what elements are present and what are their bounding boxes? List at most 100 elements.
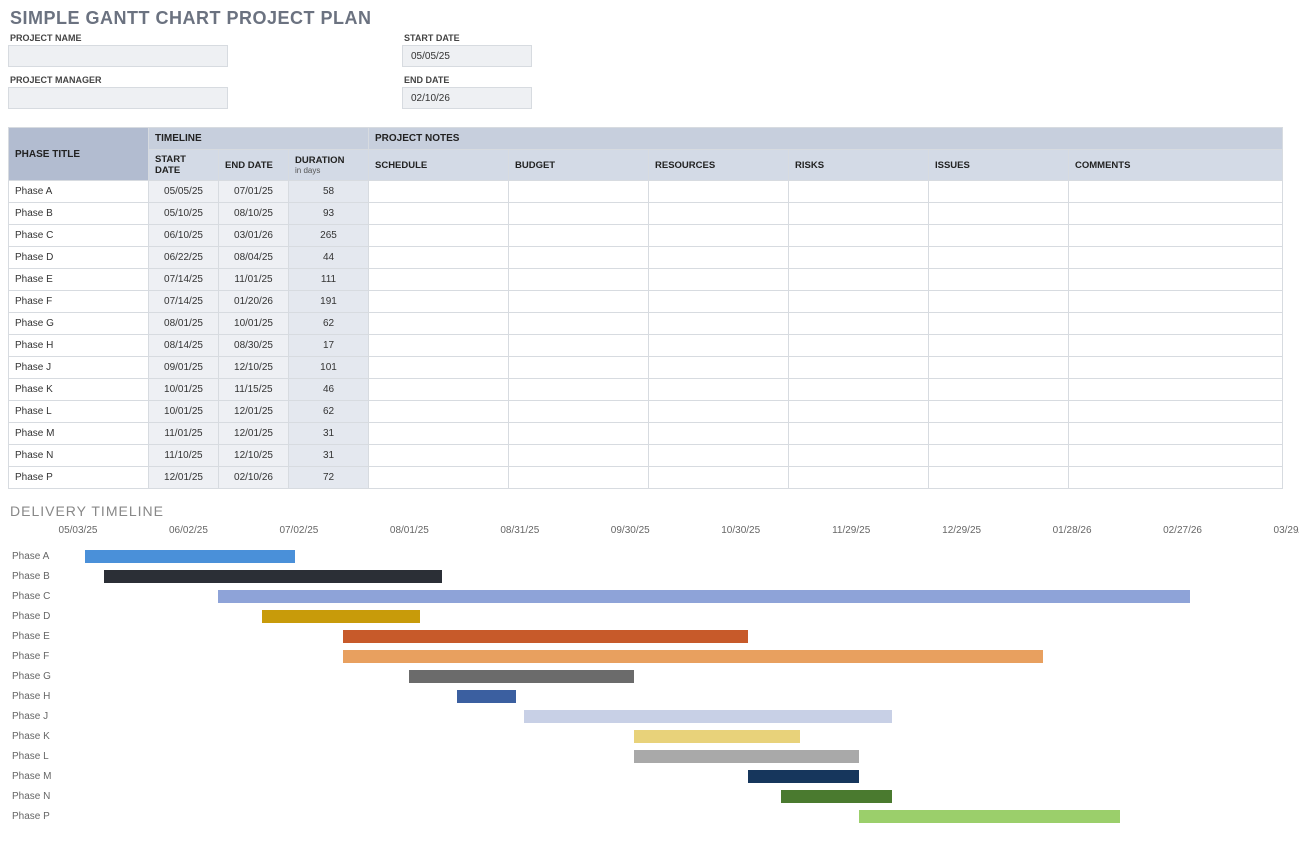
gantt-bar[interactable] xyxy=(104,570,443,583)
phase-start-cell[interactable]: 05/05/25 xyxy=(149,181,219,203)
budget-cell[interactable] xyxy=(509,291,649,313)
comments-cell[interactable] xyxy=(1069,401,1283,423)
phase-duration-cell[interactable]: 44 xyxy=(289,247,369,269)
schedule-cell[interactable] xyxy=(369,401,509,423)
schedule-cell[interactable] xyxy=(369,291,509,313)
phase-name-cell[interactable]: Phase M xyxy=(9,423,149,445)
phase-start-cell[interactable]: 10/01/25 xyxy=(149,379,219,401)
issues-cell[interactable] xyxy=(929,335,1069,357)
schedule-cell[interactable] xyxy=(369,313,509,335)
gantt-bar[interactable] xyxy=(634,730,800,743)
gantt-bar[interactable] xyxy=(218,590,1190,603)
phase-start-cell[interactable]: 11/10/25 xyxy=(149,445,219,467)
table-row[interactable]: Phase N11/10/2512/10/2531 xyxy=(9,445,1283,467)
phase-duration-cell[interactable]: 58 xyxy=(289,181,369,203)
phase-start-cell[interactable]: 07/14/25 xyxy=(149,269,219,291)
table-row[interactable]: Phase J09/01/2512/10/25101 xyxy=(9,357,1283,379)
resources-cell[interactable] xyxy=(649,445,789,467)
phase-end-cell[interactable]: 08/04/25 xyxy=(219,247,289,269)
phase-end-cell[interactable]: 12/10/25 xyxy=(219,357,289,379)
comments-cell[interactable] xyxy=(1069,379,1283,401)
resources-cell[interactable] xyxy=(649,379,789,401)
comments-cell[interactable] xyxy=(1069,247,1283,269)
phase-duration-cell[interactable]: 62 xyxy=(289,401,369,423)
resources-cell[interactable] xyxy=(649,247,789,269)
phase-duration-cell[interactable]: 46 xyxy=(289,379,369,401)
risks-cell[interactable] xyxy=(789,335,929,357)
budget-cell[interactable] xyxy=(509,467,649,489)
budget-cell[interactable] xyxy=(509,335,649,357)
budget-cell[interactable] xyxy=(509,181,649,203)
phase-start-cell[interactable]: 09/01/25 xyxy=(149,357,219,379)
phase-name-cell[interactable]: Phase G xyxy=(9,313,149,335)
resources-cell[interactable] xyxy=(649,423,789,445)
issues-cell[interactable] xyxy=(929,181,1069,203)
gantt-bar[interactable] xyxy=(634,750,859,763)
resources-cell[interactable] xyxy=(649,401,789,423)
phase-start-cell[interactable]: 05/10/25 xyxy=(149,203,219,225)
budget-cell[interactable] xyxy=(509,445,649,467)
resources-cell[interactable] xyxy=(649,357,789,379)
schedule-cell[interactable] xyxy=(369,181,509,203)
phase-start-cell[interactable]: 07/14/25 xyxy=(149,291,219,313)
phase-name-cell[interactable]: Phase J xyxy=(9,357,149,379)
resources-cell[interactable] xyxy=(649,313,789,335)
budget-cell[interactable] xyxy=(509,313,649,335)
resources-cell[interactable] xyxy=(649,269,789,291)
issues-cell[interactable] xyxy=(929,225,1069,247)
phase-end-cell[interactable]: 11/01/25 xyxy=(219,269,289,291)
phase-end-cell[interactable]: 01/20/26 xyxy=(219,291,289,313)
table-row[interactable]: Phase A05/05/2507/01/2558 xyxy=(9,181,1283,203)
resources-cell[interactable] xyxy=(649,291,789,313)
phase-duration-cell[interactable]: 111 xyxy=(289,269,369,291)
risks-cell[interactable] xyxy=(789,467,929,489)
issues-cell[interactable] xyxy=(929,401,1069,423)
comments-cell[interactable] xyxy=(1069,181,1283,203)
table-row[interactable]: Phase B05/10/2508/10/2593 xyxy=(9,203,1283,225)
schedule-cell[interactable] xyxy=(369,269,509,291)
gantt-bar[interactable] xyxy=(343,630,748,643)
comments-cell[interactable] xyxy=(1069,203,1283,225)
phase-duration-cell[interactable]: 31 xyxy=(289,445,369,467)
phase-duration-cell[interactable]: 191 xyxy=(289,291,369,313)
resources-cell[interactable] xyxy=(649,225,789,247)
table-row[interactable]: Phase C06/10/2503/01/26265 xyxy=(9,225,1283,247)
table-row[interactable]: Phase F07/14/2501/20/26191 xyxy=(9,291,1283,313)
table-row[interactable]: Phase K10/01/2511/15/2546 xyxy=(9,379,1283,401)
phase-duration-cell[interactable]: 93 xyxy=(289,203,369,225)
phase-duration-cell[interactable]: 101 xyxy=(289,357,369,379)
comments-cell[interactable] xyxy=(1069,335,1283,357)
issues-cell[interactable] xyxy=(929,423,1069,445)
comments-cell[interactable] xyxy=(1069,357,1283,379)
comments-cell[interactable] xyxy=(1069,467,1283,489)
gantt-bar[interactable] xyxy=(781,790,891,803)
schedule-cell[interactable] xyxy=(369,467,509,489)
phase-name-cell[interactable]: Phase L xyxy=(9,401,149,423)
schedule-cell[interactable] xyxy=(369,335,509,357)
phase-name-cell[interactable]: Phase N xyxy=(9,445,149,467)
schedule-cell[interactable] xyxy=(369,357,509,379)
end-date-input[interactable] xyxy=(402,87,532,109)
issues-cell[interactable] xyxy=(929,291,1069,313)
comments-cell[interactable] xyxy=(1069,313,1283,335)
phase-name-cell[interactable]: Phase C xyxy=(9,225,149,247)
resources-cell[interactable] xyxy=(649,335,789,357)
table-row[interactable]: Phase M11/01/2512/01/2531 xyxy=(9,423,1283,445)
issues-cell[interactable] xyxy=(929,313,1069,335)
budget-cell[interactable] xyxy=(509,423,649,445)
phase-name-cell[interactable]: Phase B xyxy=(9,203,149,225)
phase-end-cell[interactable]: 10/01/25 xyxy=(219,313,289,335)
phase-name-cell[interactable]: Phase H xyxy=(9,335,149,357)
budget-cell[interactable] xyxy=(509,379,649,401)
gantt-bar[interactable] xyxy=(409,670,634,683)
phase-end-cell[interactable]: 08/30/25 xyxy=(219,335,289,357)
risks-cell[interactable] xyxy=(789,379,929,401)
phase-duration-cell[interactable]: 62 xyxy=(289,313,369,335)
gantt-bar[interactable] xyxy=(343,650,1043,663)
issues-cell[interactable] xyxy=(929,203,1069,225)
gantt-bar[interactable] xyxy=(85,550,295,563)
project-name-input[interactable] xyxy=(8,45,228,67)
risks-cell[interactable] xyxy=(789,401,929,423)
phase-start-cell[interactable]: 08/01/25 xyxy=(149,313,219,335)
issues-cell[interactable] xyxy=(929,247,1069,269)
